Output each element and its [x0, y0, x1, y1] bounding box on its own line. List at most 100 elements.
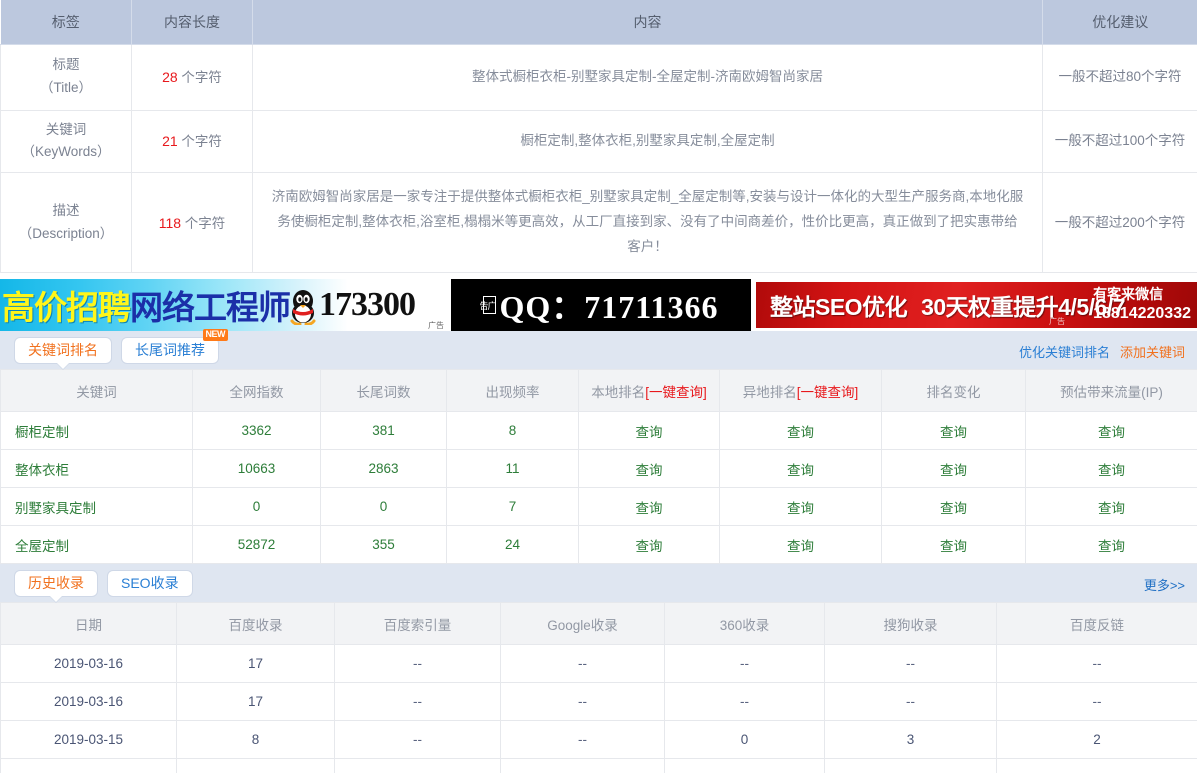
keyword-tab-links: 优化关键词排名添加关键词	[1019, 342, 1185, 361]
kw-cell-index: 0	[193, 488, 321, 526]
new-badge: NEW	[203, 329, 229, 341]
keyword-ranking-panel: 关键词排名 长尾词推荐 NEW 优化关键词排名添加关键词 关键词 全网指数 长尾…	[0, 331, 1197, 564]
meta-cell-length: 28 个字符	[132, 44, 253, 110]
meta-content-title: 整体式橱柜衣柜-别墅家具定制-全屋定制-济南欧姆智尚家居	[259, 61, 1036, 94]
meta-cell-label: 描述 （Description）	[1, 173, 132, 273]
kw-cell-local-rank: 查询	[579, 412, 720, 450]
seo-dashboard-page: 标签 内容长度 内容 优化建议 标题 （Title） 28 个字符 整体式橱柜衣…	[0, 0, 1197, 773]
inc-cell-360: 0	[665, 721, 825, 759]
inc-header-backlink: 百度反链	[997, 603, 1197, 645]
kw-cell-keyword: 橱柜定制	[1, 412, 193, 450]
inc-cell-google: --	[501, 683, 665, 721]
optimize-keyword-ranking-link[interactable]: 优化关键词排名	[1019, 345, 1110, 360]
meta-length-number: 21	[162, 133, 178, 149]
include-history-panel: 历史收录 SEO收录 更多>> 日期 百度收录 百度索引量 Google收录 3	[0, 564, 1197, 773]
ad-mark-label: 广告	[1049, 316, 1065, 327]
query-link-change[interactable]: 查询	[940, 463, 967, 478]
tab-history-include[interactable]: 历史收录	[14, 570, 98, 597]
meta-length-unit: 个字符	[178, 70, 222, 85]
advertisement-strip: 高价招聘 网络工程师 173300 广告	[0, 279, 1197, 331]
inc-cell-partial	[501, 759, 665, 773]
kw-cell-index: 3362	[193, 412, 321, 450]
query-link-traffic[interactable]: 查询	[1098, 425, 1125, 440]
meta-cell-content: 济南欧姆智尚家居是一家专注于提供整体式橱柜衣柜_别墅家具定制_全屋定制等,安装与…	[253, 173, 1043, 273]
inc-header-google: Google收录	[501, 603, 665, 645]
query-link-remote[interactable]: 查询	[787, 501, 814, 516]
qq-penguin-icon	[288, 287, 318, 323]
kw-cell-local-rank: 查询	[579, 488, 720, 526]
inc-cell-date: 2019-03-16	[1, 645, 177, 683]
kw-cell-rank-change: 查询	[882, 450, 1026, 488]
query-link-remote[interactable]: 查询	[787, 539, 814, 554]
meta-cell-advice: 一般不超过200个字符	[1043, 173, 1197, 273]
kw-cell-keyword: 别墅家具定制	[1, 488, 193, 526]
kw-cell-traffic: 查询	[1026, 450, 1197, 488]
ad-seo-wechat-label: 有客来微信	[1093, 286, 1191, 304]
kw-header-traffic: 预估带来流量(IP)	[1026, 370, 1197, 412]
keyword-tabbar: 关键词排名 长尾词推荐 NEW 优化关键词排名添加关键词	[0, 331, 1197, 369]
inc-cell-sogou: 3	[825, 721, 997, 759]
inc-cell-backlink: --	[997, 645, 1197, 683]
query-link-remote[interactable]: 查询	[787, 463, 814, 478]
kw-cell-traffic: 查询	[1026, 488, 1197, 526]
tab-seo-include[interactable]: SEO收录	[107, 570, 193, 597]
inc-cell-backlink: --	[997, 683, 1197, 721]
query-link-local[interactable]: 查询	[636, 463, 663, 478]
query-link-traffic[interactable]: 查询	[1098, 539, 1125, 554]
table-row: 别墅家具定制 0 0 7 查询 查询 查询 查询	[1, 488, 1197, 526]
ad-banner-seo[interactable]: 整站SEO优化 30天权重提升4/5/6/7 广告 有客来微信 18814220…	[756, 279, 1197, 331]
kw-cell-rank-change: 查询	[882, 526, 1026, 564]
meta-length-unit: 个字符	[178, 134, 222, 149]
inc-cell-360: --	[665, 683, 825, 721]
table-row: 2019-03-15 8 -- -- 0 3 2	[1, 721, 1197, 759]
meta-content-keywords: 橱柜定制,整体衣柜,别墅家具定制,全屋定制	[259, 125, 1036, 158]
inc-cell-baidu-index: --	[335, 683, 501, 721]
inc-header-sogou: 搜狗收录	[825, 603, 997, 645]
query-link-change[interactable]: 查询	[940, 425, 967, 440]
kw-cell-longtail: 0	[321, 488, 447, 526]
ad-job-highlight: 高价招聘	[2, 281, 130, 329]
kw-cell-local-rank: 查询	[579, 526, 720, 564]
kw-header-frequency: 出现频率	[447, 370, 579, 412]
meta-label-en: （Description）	[7, 223, 125, 246]
include-history-table: 日期 百度收录 百度索引量 Google收录 360收录 搜狗收录 百度反链 2…	[0, 602, 1197, 773]
query-link-remote[interactable]: 查询	[787, 425, 814, 440]
meta-label-cn: 标题	[7, 54, 125, 77]
more-link[interactable]: 更多>>	[1144, 578, 1185, 593]
tab-keyword-ranking[interactable]: 关键词排名	[14, 337, 112, 364]
kw-header-local-rank: 本地排名[一键查询]	[579, 370, 720, 412]
meta-length-number: 28	[162, 69, 178, 85]
tab-longtail-recommend[interactable]: 长尾词推荐 NEW	[121, 337, 219, 364]
query-link-change[interactable]: 查询	[940, 501, 967, 516]
ad-mark-label: 广告	[428, 322, 444, 330]
query-link-local[interactable]: 查询	[636, 501, 663, 516]
query-link-traffic[interactable]: 查询	[1098, 501, 1125, 516]
kw-header-local-query-link[interactable]: [一键查询]	[645, 385, 707, 400]
kw-cell-frequency: 11	[447, 450, 579, 488]
table-row-partial	[1, 759, 1197, 773]
query-link-change[interactable]: 查询	[940, 539, 967, 554]
inc-cell-sogou: --	[825, 645, 997, 683]
add-keyword-link[interactable]: 添加关键词	[1120, 345, 1185, 360]
kw-cell-rank-change: 查询	[882, 488, 1026, 526]
tab-longtail-recommend-label: 长尾词推荐	[135, 342, 205, 358]
inc-cell-partial	[665, 759, 825, 773]
query-link-local[interactable]: 查询	[636, 539, 663, 554]
meta-cell-content: 整体式橱柜衣柜-别墅家具定制-全屋定制-济南欧姆智尚家居	[253, 44, 1043, 110]
query-link-traffic[interactable]: 查询	[1098, 463, 1125, 478]
ad-banner-job[interactable]: 高价招聘 网络工程师 173300 广告	[0, 279, 446, 331]
meta-table-header-row: 标签 内容长度 内容 优化建议	[1, 0, 1197, 44]
meta-row-title: 标题 （Title） 28 个字符 整体式橱柜衣柜-别墅家具定制-全屋定制-济南…	[1, 44, 1197, 110]
kw-header-longtail: 长尾词数	[321, 370, 447, 412]
include-table-header-row: 日期 百度收录 百度索引量 Google收录 360收录 搜狗收录 百度反链	[1, 603, 1197, 645]
query-link-local[interactable]: 查询	[636, 425, 663, 440]
inc-cell-baidu-index: --	[335, 645, 501, 683]
kw-header-remote-query-link[interactable]: [一键查询]	[797, 385, 859, 400]
table-row: 橱柜定制 3362 381 8 查询 查询 查询 查询	[1, 412, 1197, 450]
meta-label-cn: 描述	[7, 200, 125, 223]
ad-banner-qq[interactable]: 广告 QQ：71711366	[451, 279, 751, 331]
meta-advice-title: 一般不超过80个字符	[1058, 69, 1181, 84]
meta-content-description: 济南欧姆智尚家居是一家专注于提供整体式橱柜衣柜_别墅家具定制_全屋定制等,安装与…	[259, 181, 1036, 264]
kw-cell-frequency: 8	[447, 412, 579, 450]
include-tab-links: 更多>>	[1144, 575, 1185, 594]
